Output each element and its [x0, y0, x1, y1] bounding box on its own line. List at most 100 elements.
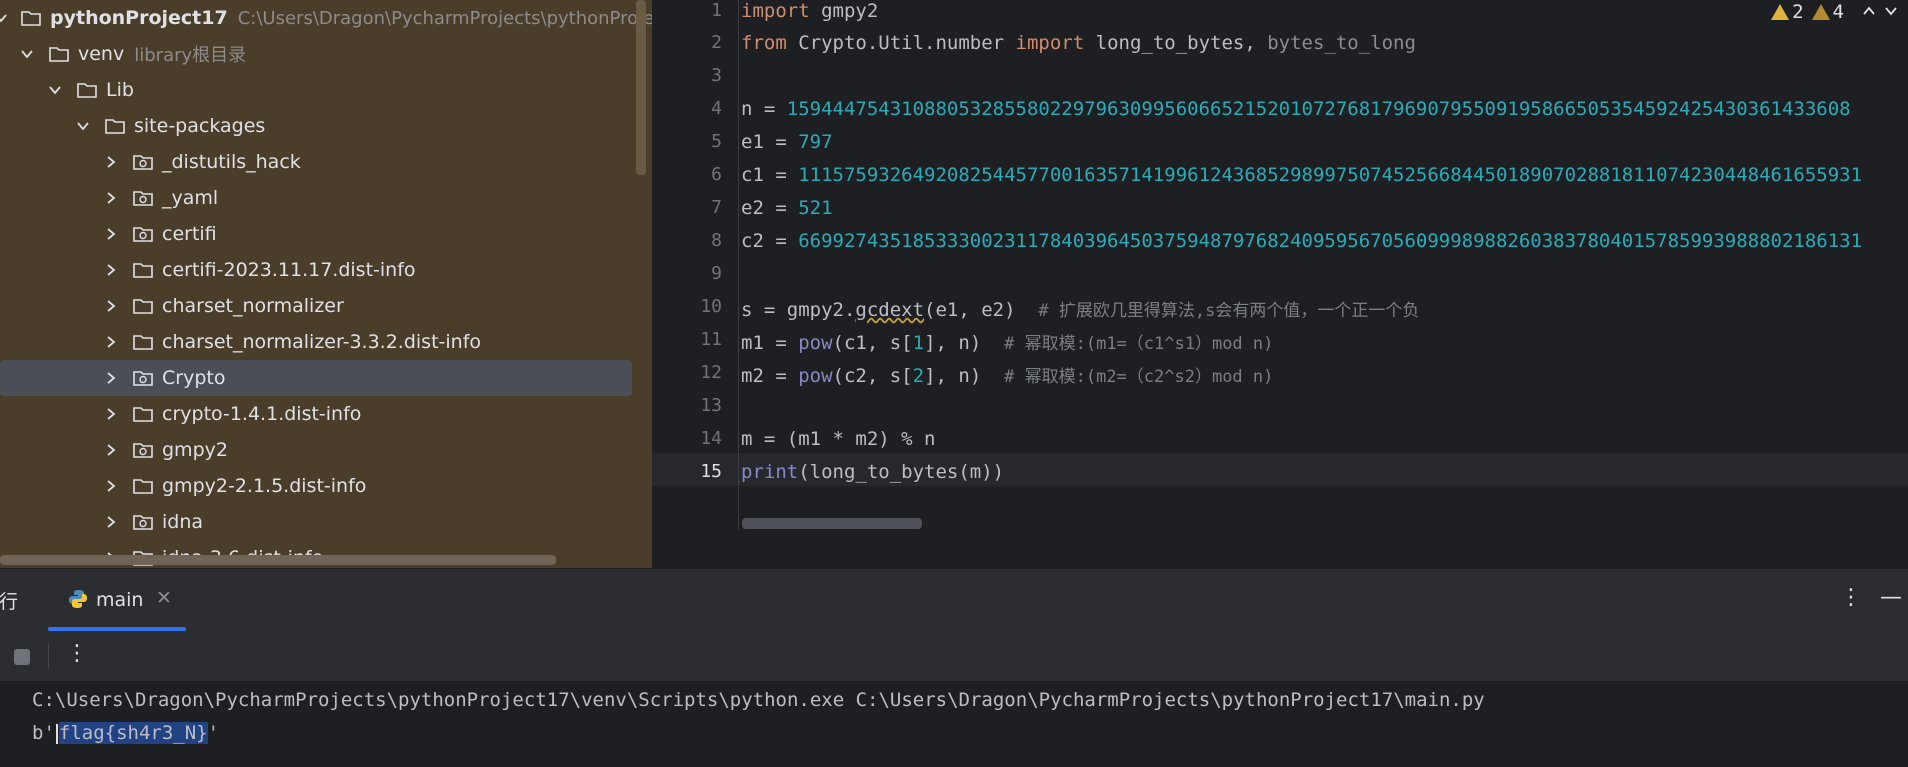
tree-item-crypto-dist-info[interactable]: crypto-1.4.1.dist-info [0, 396, 652, 432]
code-line-12: m2 = pow(c2, s[2], n) # 幂取模:(m2=（c2^s2）m… [741, 362, 1273, 387]
tree-item-charset-normalizer[interactable]: charset_normalizer [0, 288, 652, 324]
toolbar-divider [48, 643, 49, 669]
chevron-down-icon[interactable] [18, 45, 36, 63]
chevron-right-icon[interactable] [102, 405, 120, 423]
more-actions-icon[interactable]: ⋮ [66, 641, 88, 666]
folder-icon [20, 9, 42, 27]
tree-item-label: _distutils_hack [162, 151, 301, 173]
tree-item-label: gmpy2 [162, 439, 228, 461]
chevron-up-icon[interactable] [1862, 1, 1876, 23]
tree-item-distutils-hack[interactable]: _distutils_hack [0, 144, 652, 180]
code-token: m2 = [741, 365, 799, 387]
code-token: c2 = [741, 230, 799, 252]
chevron-right-icon[interactable] [102, 441, 120, 459]
stop-icon[interactable] [14, 649, 30, 665]
code-number: 797 [798, 131, 833, 153]
tree-item-crypto[interactable]: Crypto [0, 360, 632, 396]
code-token: e2 = [741, 197, 799, 219]
tree-item-gmpy2[interactable]: gmpy2 [0, 432, 652, 468]
code-line-8: c2 = 66992743518533300231178403964503759… [741, 230, 1862, 252]
tab-main[interactable]: main ✕ [48, 569, 186, 631]
line-number: 1 [711, 0, 722, 21]
tree-item-certifi-dist-info[interactable]: certifi-2023.11.17.dist-info [0, 252, 652, 288]
code-token: ], n) [924, 332, 1005, 354]
code-line-7: e2 = 521 [741, 197, 833, 219]
chevron-right-icon[interactable] [102, 333, 120, 351]
chevron-right-icon[interactable] [102, 153, 120, 171]
selected-output-text[interactable]: flag{sh4r3_N} [58, 722, 208, 744]
chevron-down-icon[interactable] [0, 9, 8, 27]
folder-icon [104, 117, 126, 135]
code-number: 6699274351853330023117840396450375948797… [798, 230, 1863, 252]
folder-icon [132, 405, 154, 423]
weak-warning-count[interactable]: 4 [1811, 1, 1844, 23]
folder-icon [132, 261, 154, 279]
line-number: 3 [711, 65, 722, 86]
code-line-4: n = 159444754310880532855802297963099560… [741, 98, 1851, 120]
run-tool-window-header: 运行 main ✕ ⋮ — [0, 568, 1908, 631]
code-token: long_to_bytes, [1084, 32, 1268, 54]
inspection-widget[interactable]: 2 4 [1771, 0, 1898, 24]
chevron-right-icon[interactable] [102, 477, 120, 495]
tree-root-label: pythonProject17 [50, 7, 228, 29]
chevron-down-icon[interactable] [74, 117, 92, 135]
tree-item-site-packages[interactable]: site-packages [0, 108, 652, 144]
warning-icon [1771, 4, 1790, 20]
code-comment: # 幂取模:(m2=（c2^s2）mod n) [1004, 367, 1274, 387]
code-token: (e1, e2) [924, 299, 1039, 321]
console-output[interactable]: C:\Users\Dragon\PycharmProjects\pythonPr… [0, 681, 1908, 767]
warning-count[interactable]: 2 [1771, 1, 1804, 23]
chevron-down-icon[interactable] [1884, 1, 1898, 23]
code-builtin: print [741, 461, 799, 483]
tree-item-certifi[interactable]: certifi [0, 216, 652, 252]
line-number: 7 [711, 197, 722, 218]
close-icon[interactable]: ✕ [156, 587, 172, 609]
chevron-right-icon[interactable] [102, 261, 120, 279]
package-folder-icon [132, 513, 154, 531]
folder-icon [48, 45, 70, 63]
code-token: (c2, s[ [832, 365, 913, 387]
more-options-icon[interactable]: ⋮ [1840, 585, 1862, 610]
code-line-10: s = gmpy2.gcdext(e1, e2) # 扩展欧几里得算法,s会有两… [741, 296, 1419, 321]
tree-item-yaml[interactable]: _yaml [0, 180, 652, 216]
code-token: Crypto.Util.number [786, 32, 1016, 54]
code-token: c1 = [741, 164, 799, 186]
tree-item-label: crypto-1.4.1.dist-info [162, 403, 362, 425]
tree-item-label: certifi-2023.11.17.dist-info [162, 259, 416, 281]
tree-item-lib[interactable]: Lib [0, 72, 652, 108]
code-line-14: m = (m1 * m2) % n [741, 428, 935, 450]
line-number: 13 [700, 395, 722, 416]
tree-item-idna[interactable]: idna [0, 504, 652, 540]
line-number: 5 [711, 131, 722, 152]
tree-horizontal-scrollbar[interactable] [0, 555, 556, 565]
weak-warning-icon [1811, 4, 1830, 20]
chevron-right-icon[interactable] [102, 225, 120, 243]
folder-icon [76, 81, 98, 99]
chevron-right-icon[interactable] [102, 297, 120, 315]
chevron-right-icon[interactable] [102, 369, 120, 387]
chevron-down-icon[interactable] [46, 81, 64, 99]
chevron-right-icon[interactable] [102, 513, 120, 531]
tree-root[interactable]: pythonProject17 C:\Users\Dragon\PycharmP… [0, 0, 652, 36]
code-token: e1 = [741, 131, 799, 153]
tree-item-label: venv [78, 43, 125, 65]
chevron-right-icon[interactable] [102, 189, 120, 207]
line-number: 11 [700, 329, 722, 350]
tree-item-label: certifi [162, 223, 217, 245]
code-editor[interactable]: 1 2 3 4 5 6 7 8 9 10 11 12 13 14 15 impo… [652, 0, 1908, 568]
code-token: (c1, s[ [832, 332, 913, 354]
tree-item-venv[interactable]: venv library根目录 [0, 36, 652, 72]
code-number: 1594447543108805328558022979630995606652… [786, 98, 1851, 120]
output-prefix: b' [32, 722, 55, 744]
minimize-icon[interactable]: — [1880, 585, 1902, 610]
tree-vertical-scrollbar[interactable] [636, 0, 646, 175]
editor-horizontal-scrollbar[interactable] [742, 518, 922, 529]
line-number: 2 [711, 32, 722, 53]
tree-item-charset-normalizer-dist-info[interactable]: charset_normalizer-3.3.2.dist-info [0, 324, 652, 360]
tree-item-label: idna [162, 511, 204, 533]
tree-item-gmpy2-dist-info[interactable]: gmpy2-2.1.5.dist-info [0, 468, 652, 504]
tree-item-label: gmpy2-2.1.5.dist-info [162, 475, 367, 497]
code-builtin: pow [798, 332, 833, 354]
line-number: 9 [711, 263, 722, 284]
code-line-5: e1 = 797 [741, 131, 833, 153]
